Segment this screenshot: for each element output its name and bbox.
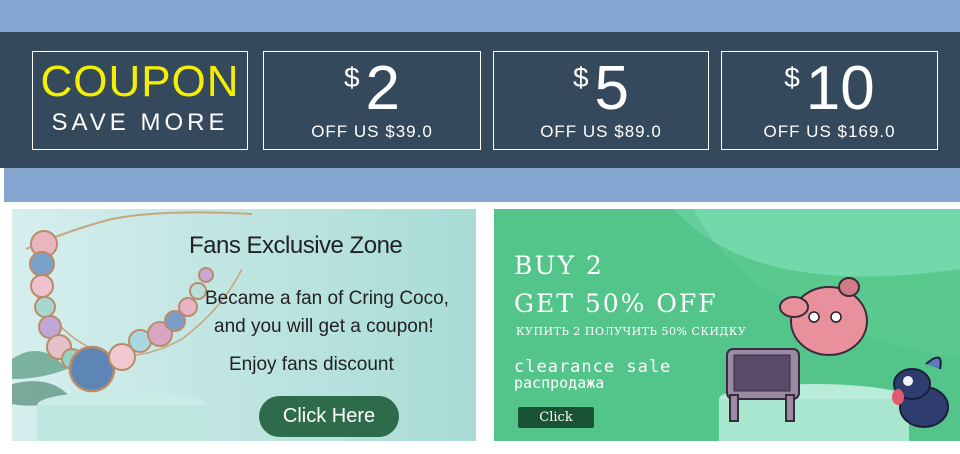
fans-banner[interactable]: Fans Exclusive Zone Became a fan of Crin… bbox=[12, 209, 476, 441]
currency-symbol: $ bbox=[784, 62, 800, 93]
coupon-value: 10 bbox=[805, 54, 875, 123]
clearance-sale-russian: распродажа bbox=[514, 374, 605, 392]
coupon-condition: OFF US $89.0 bbox=[540, 122, 662, 141]
coupon-amount: $10 bbox=[722, 54, 937, 124]
sale-click-button[interactable]: Click bbox=[518, 407, 594, 428]
fans-text-line2: and you will get a coupon! bbox=[214, 316, 434, 337]
coupon-value: 5 bbox=[594, 54, 630, 123]
sale-get-50-off: GET 50% OFF bbox=[514, 289, 718, 318]
sale-buy-2: BUY 2 bbox=[514, 251, 604, 280]
coupon-card-5[interactable]: $5 OFF US $89.0 bbox=[493, 51, 709, 150]
fans-click-here-button[interactable]: Click Here bbox=[259, 396, 399, 437]
top-band bbox=[0, 0, 960, 32]
coupon-header-box: COUPON SAVE MORE bbox=[32, 51, 248, 150]
currency-symbol: $ bbox=[343, 62, 360, 93]
currency-symbol: $ bbox=[572, 62, 589, 93]
coupon-bar: COUPON SAVE MORE $2 OFF US $39.0 $5 OFF … bbox=[0, 32, 960, 168]
sale-russian-offer: КУПИТЬ 2 ПОЛУЧИТЬ 50% СКИДКУ bbox=[516, 325, 747, 338]
coupon-title: COUPON bbox=[40, 57, 240, 106]
coupon-value: 2 bbox=[365, 54, 401, 123]
fans-text-line1: Became a fan of Cring Coco, bbox=[205, 288, 449, 309]
coupon-amount: $2 bbox=[264, 54, 480, 124]
coupon-card-10[interactable]: $10 OFF US $169.0 bbox=[721, 51, 938, 150]
coupon-condition: OFF US $169.0 bbox=[763, 122, 896, 141]
fans-text-line3: Enjoy fans discount bbox=[229, 354, 394, 375]
sale-banner[interactable]: BUY 2 GET 50% OFF КУПИТЬ 2 ПОЛУЧИТЬ 50% … bbox=[494, 209, 960, 441]
bottom-band bbox=[4, 168, 960, 202]
coupon-card-2[interactable]: $2 OFF US $39.0 bbox=[263, 51, 481, 150]
coupon-subtitle: SAVE MORE bbox=[51, 109, 229, 136]
fans-title: Fans Exclusive Zone bbox=[189, 232, 403, 259]
coupon-condition: OFF US $39.0 bbox=[311, 122, 433, 141]
coupon-amount: $5 bbox=[494, 54, 708, 124]
